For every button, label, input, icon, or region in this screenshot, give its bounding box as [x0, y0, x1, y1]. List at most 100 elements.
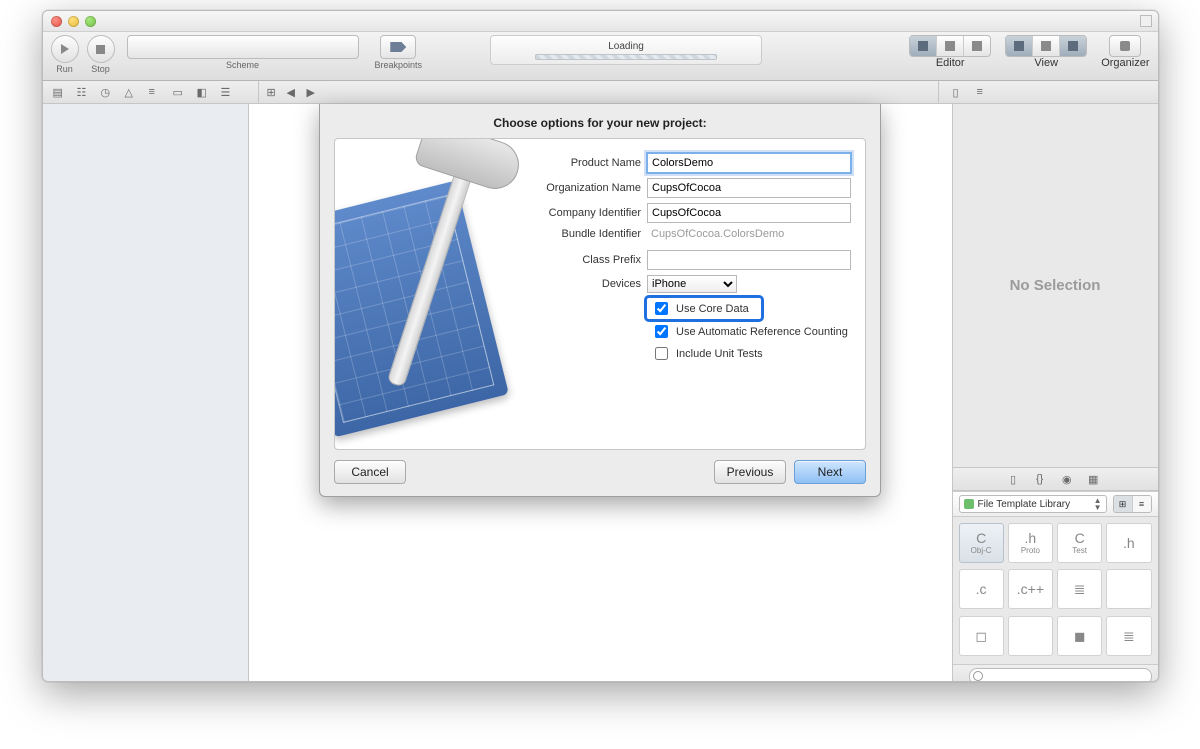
code-snippet-library-icon[interactable]: {} — [1036, 473, 1048, 485]
next-button[interactable]: Next — [794, 460, 866, 484]
file-template-library-icon[interactable]: ▯ — [1010, 473, 1022, 485]
no-selection-label: No Selection — [953, 104, 1158, 467]
library-filter-row — [953, 664, 1158, 682]
library-item[interactable] — [1008, 616, 1053, 656]
library-filter-input[interactable] — [969, 668, 1152, 683]
organization-name-label: Organization Name — [531, 182, 641, 194]
standard-editor-icon — [918, 41, 928, 51]
scheme-selector[interactable] — [127, 35, 359, 59]
file-inspector-icon[interactable]: ▯ — [953, 86, 965, 98]
organizer-label: Organizer — [1101, 57, 1149, 69]
library-item-label: Proto — [1021, 546, 1040, 555]
standard-editor-button[interactable] — [910, 36, 936, 56]
library-item-label: Obj-C — [971, 546, 992, 555]
library-item[interactable]: ≣ — [1057, 569, 1102, 609]
activity-label: Loading — [608, 41, 644, 52]
use-arc-checkbox[interactable] — [655, 325, 668, 338]
library-select-icon — [964, 499, 974, 509]
class-prefix-field[interactable] — [647, 250, 851, 270]
stop-icon — [96, 45, 105, 54]
library-item[interactable]: ◼ — [1057, 616, 1102, 656]
navigator-pane — [43, 104, 249, 682]
library-view-toggle[interactable]: ⊞ ≡ — [1113, 495, 1152, 513]
navigator-tabs: ▤ ☷ ◷ △ ≡ ▭ ◧ ☰ — [43, 81, 259, 103]
log-navigator-icon[interactable]: ☰ — [221, 86, 233, 98]
scheme-label: Scheme — [226, 60, 259, 70]
navigator-selector-bar: ▤ ☷ ◷ △ ≡ ▭ ◧ ☰ ⊞ ◀ ▶ ▯ ≡ — [43, 81, 1158, 104]
stop-label: Stop — [91, 64, 110, 74]
project-options-form: Product Name Organization Name Company I… — [531, 153, 851, 366]
organizer-button[interactable] — [1109, 35, 1141, 57]
library-item-icon: .h — [1123, 536, 1135, 550]
jump-bar[interactable]: ⊞ ◀ ▶ — [259, 81, 938, 103]
devices-select[interactable]: iPhone — [647, 275, 737, 293]
library-item-icon: ≣ — [1074, 582, 1086, 596]
company-identifier-label: Company Identifier — [531, 207, 641, 219]
fullscreen-icon[interactable] — [1140, 15, 1152, 27]
activity-progress — [535, 54, 717, 60]
organization-name-field[interactable] — [647, 178, 851, 198]
search-navigator-icon[interactable]: ◷ — [101, 86, 113, 98]
library-item[interactable]: ◻ — [959, 616, 1004, 656]
product-name-field[interactable] — [647, 153, 851, 173]
library-item[interactable]: CTest — [1057, 523, 1102, 563]
xcode-window: Run Stop Scheme Breakpoints Loading — [42, 10, 1159, 682]
include-unit-tests-checkbox[interactable] — [655, 347, 668, 360]
back-icon[interactable]: ◀ — [287, 86, 299, 98]
grid-view-button[interactable]: ⊞ — [1114, 496, 1133, 512]
previous-button[interactable]: Previous — [714, 460, 786, 484]
use-arc-label: Use Automatic Reference Counting — [676, 326, 848, 338]
stop-button[interactable] — [87, 35, 115, 63]
list-view-button[interactable]: ≡ — [1133, 496, 1151, 512]
editor-pane: Choose options for your new project: Pro… — [249, 104, 952, 682]
devices-label: Devices — [531, 278, 641, 290]
related-items-icon[interactable]: ⊞ — [267, 86, 279, 98]
company-identifier-field[interactable] — [647, 203, 851, 223]
close-window-button[interactable] — [51, 16, 62, 27]
version-editor-button[interactable] — [963, 36, 990, 56]
assistant-editor-button[interactable] — [936, 36, 963, 56]
library-select[interactable]: File Template Library ▲▼ — [959, 495, 1107, 513]
toggle-navigator-button[interactable] — [1006, 36, 1032, 56]
debug-navigator-icon[interactable]: ▭ — [173, 86, 185, 98]
library-item[interactable] — [1106, 569, 1151, 609]
toggle-debug-button[interactable] — [1032, 36, 1059, 56]
project-navigator-icon[interactable]: ▤ — [53, 86, 65, 98]
library-item[interactable]: .h — [1106, 523, 1151, 563]
minimize-window-button[interactable] — [68, 16, 79, 27]
use-core-data-label: Use Core Data — [676, 303, 749, 315]
library-item[interactable]: CObj-C — [959, 523, 1004, 563]
zoom-window-button[interactable] — [85, 16, 96, 27]
include-unit-tests-row[interactable]: Include Unit Tests — [651, 344, 851, 363]
symbol-navigator-icon[interactable]: ☷ — [77, 86, 89, 98]
run-button[interactable] — [51, 35, 79, 63]
editor-mode-segmented[interactable] — [909, 35, 991, 57]
toggle-utilities-button[interactable] — [1059, 36, 1086, 56]
library-item[interactable]: .c++ — [1008, 569, 1053, 609]
use-core-data-row[interactable]: Use Core Data — [647, 298, 761, 319]
inspector-tabs: ▯ ≡ — [938, 81, 1158, 103]
object-library-icon[interactable]: ◉ — [1062, 473, 1074, 485]
assistant-editor-icon — [945, 41, 955, 51]
play-icon — [61, 44, 69, 54]
quick-help-icon[interactable]: ≡ — [977, 86, 989, 98]
breakpoints-button[interactable] — [380, 35, 416, 59]
cancel-button[interactable]: Cancel — [334, 460, 406, 484]
view-panes-segmented[interactable] — [1005, 35, 1087, 57]
media-library-icon[interactable]: ▦ — [1088, 473, 1100, 485]
use-core-data-checkbox[interactable] — [655, 302, 668, 315]
library-item-icon: .h — [1025, 531, 1037, 545]
use-arc-row[interactable]: Use Automatic Reference Counting — [651, 322, 851, 341]
toolbar: Run Stop Scheme Breakpoints Loading — [43, 32, 1158, 81]
breakpoint-navigator-icon[interactable]: ◧ — [197, 86, 209, 98]
issue-navigator-icon[interactable]: △ — [125, 86, 137, 98]
library-grid[interactable]: CObj-C.hProtoCTest.h.c.c++≣ ◻ ◼≣ — [953, 517, 1158, 664]
forward-icon[interactable]: ▶ — [307, 86, 319, 98]
library-item[interactable]: .hProto — [1008, 523, 1053, 563]
library-item-icon: ◼ — [1074, 629, 1086, 643]
utilities-pane-icon — [1068, 41, 1078, 51]
test-navigator-icon[interactable]: ≡ — [149, 86, 161, 98]
library-item[interactable]: .c — [959, 569, 1004, 609]
library-item[interactable]: ≣ — [1106, 616, 1151, 656]
organizer-icon — [1120, 41, 1130, 51]
